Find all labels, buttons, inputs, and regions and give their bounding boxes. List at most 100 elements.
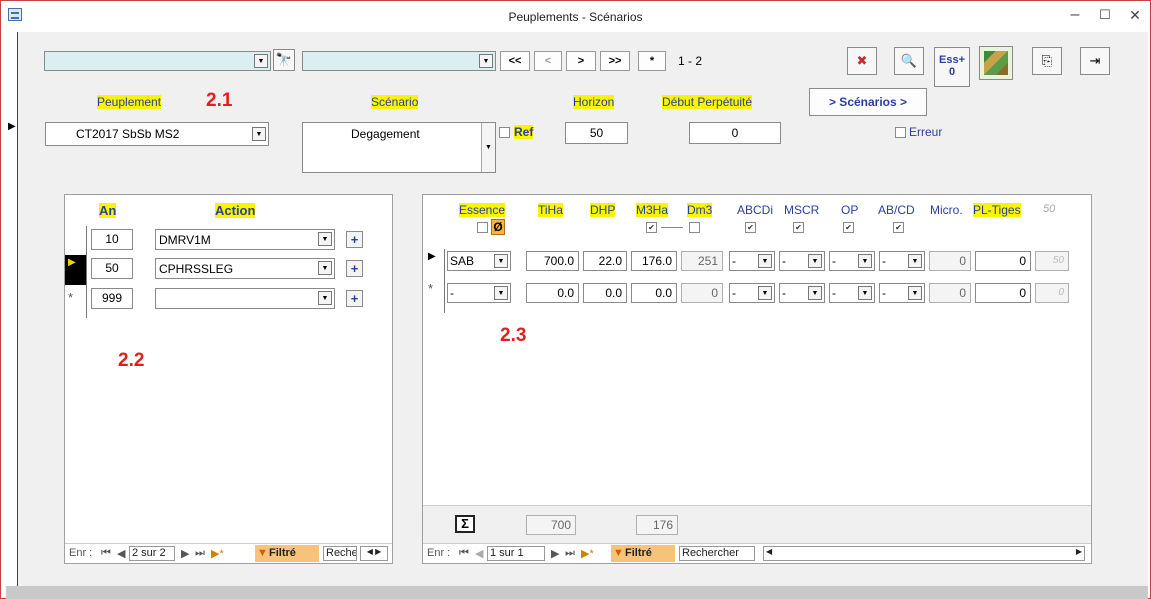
op-checkbox[interactable]: ✔ — [843, 222, 854, 233]
next-record-icon[interactable]: ▶ — [181, 547, 189, 560]
chevron-down-icon[interactable]: ▼ — [318, 291, 332, 305]
nav-new-button[interactable]: * — [638, 51, 666, 71]
chevron-down-icon[interactable]: ▼ — [252, 127, 266, 141]
year-input[interactable]: 999 — [91, 288, 133, 309]
abcd-combo[interactable]: - ▼ — [879, 283, 925, 303]
pl-tiges-input[interactable]: 0 — [975, 251, 1031, 271]
chevron-down-icon[interactable]: ▼ — [858, 286, 872, 300]
dm3-checkbox[interactable] — [689, 222, 700, 233]
chevron-down-icon[interactable]: ▼ — [481, 123, 495, 172]
nav-next-button[interactable]: > — [566, 51, 596, 71]
mscr-checkbox[interactable]: ✔ — [793, 222, 804, 233]
first-record-icon[interactable]: ⏮ — [459, 547, 469, 560]
last-record-icon[interactable]: ⏭ — [195, 547, 205, 560]
scenarios-button[interactable]: > Scénarios > — [809, 88, 927, 116]
tiha-input[interactable]: 700.0 — [526, 251, 579, 271]
ess-plus-button[interactable]: Ess+ 0 — [934, 47, 970, 87]
chevron-down-icon[interactable]: ▼ — [494, 286, 508, 300]
chevron-down-icon[interactable]: ▼ — [808, 286, 822, 300]
scenario-combo[interactable]: Degagement ▼ — [302, 122, 496, 173]
first-record-icon[interactable]: ⏮ — [101, 547, 111, 560]
m3ha-input[interactable]: 176.0 — [631, 251, 677, 271]
filter-combo-2[interactable]: ▼ — [302, 51, 496, 71]
chevron-down-icon[interactable]: ▼ — [494, 254, 508, 268]
add-action-button[interactable]: + — [346, 290, 363, 307]
search-box[interactable]: Rechercher — [679, 546, 755, 561]
chevron-down-icon[interactable]: ▼ — [318, 261, 332, 275]
chevron-down-icon[interactable]: ▼ — [758, 254, 772, 268]
horizontal-scrollbar[interactable]: ◀ ▶ — [763, 546, 1085, 561]
current-row-indicator[interactable]: ▶ — [65, 255, 86, 285]
horizontal-scroll-arrows[interactable]: ◀ ▶ — [360, 546, 388, 561]
sigma-totals-button[interactable]: Σ — [455, 515, 475, 533]
null-filter-button[interactable]: Ø — [491, 219, 505, 235]
record-position[interactable]: 2 sur 2 — [129, 546, 175, 561]
chevron-down-icon[interactable]: ▼ — [908, 286, 922, 300]
preview-button[interactable]: 🔍 — [894, 47, 924, 75]
record-position[interactable]: 1 sur 1 — [487, 546, 545, 561]
copy-button[interactable]: ⎘ — [1032, 47, 1062, 75]
year-input[interactable]: 10 — [91, 229, 133, 250]
chevron-down-icon[interactable]: ▼ — [479, 54, 493, 68]
dhp-input[interactable]: 22.0 — [583, 251, 627, 271]
filtered-toggle[interactable]: ▼ Filtré — [611, 545, 675, 562]
action-combo[interactable]: CPHRSSLEG ▼ — [155, 258, 335, 279]
record-selector-arrow[interactable]: ▶ — [8, 121, 16, 132]
close-button[interactable]: ✕ — [1125, 7, 1145, 23]
chevron-down-icon[interactable]: ▼ — [254, 54, 268, 68]
debut-perpetuite-input[interactable]: 0 — [689, 122, 781, 144]
new-record-icon[interactable]: ▶* — [581, 547, 594, 560]
nav-first-button[interactable]: << — [500, 51, 530, 71]
year-input[interactable]: 50 — [91, 258, 133, 279]
peuplement-combo[interactable]: CT2017 SbSb MS2 ▼ — [45, 122, 269, 146]
essence-checkbox[interactable] — [477, 222, 488, 233]
nav-last-button[interactable]: >> — [600, 51, 630, 71]
clear-filter-button[interactable]: ✖ — [847, 47, 877, 75]
add-action-button[interactable]: + — [346, 231, 363, 248]
abcdi-combo[interactable]: - ▼ — [729, 251, 775, 271]
nav-prev-button[interactable]: < — [534, 51, 562, 71]
mscr-combo[interactable]: - ▼ — [779, 283, 825, 303]
abcdi-checkbox[interactable]: ✔ — [745, 222, 756, 233]
essence-combo[interactable]: SAB ▼ — [447, 251, 511, 271]
scroll-left-icon[interactable]: ◀ — [766, 547, 772, 556]
pl-tiges-input[interactable]: 0 — [975, 283, 1031, 303]
mscr-combo[interactable]: - ▼ — [779, 251, 825, 271]
scroll-right-icon[interactable]: ▶ — [1076, 547, 1082, 556]
essence-combo[interactable]: - ▼ — [447, 283, 511, 303]
exit-button[interactable]: ⇥ — [1080, 47, 1110, 75]
op-combo[interactable]: - ▼ — [829, 251, 875, 271]
filter-combo-1[interactable]: ▼ — [44, 51, 271, 71]
maximize-button[interactable]: ☐ — [1095, 7, 1115, 23]
chevron-down-icon[interactable]: ▼ — [318, 232, 332, 246]
action-combo[interactable]: ▼ — [155, 288, 335, 309]
ref-checkbox[interactable] — [499, 127, 510, 138]
dhp-input[interactable]: 0.0 — [583, 283, 627, 303]
prev-record-icon[interactable]: ◀ — [475, 547, 483, 560]
m3ha-input[interactable]: 0.0 — [631, 283, 677, 303]
prev-record-icon[interactable]: ◀ — [117, 547, 125, 560]
abcd-combo[interactable]: - ▼ — [879, 251, 925, 271]
chevron-down-icon[interactable]: ▼ — [808, 254, 822, 268]
stand-map-button[interactable] — [979, 46, 1013, 80]
chevron-down-icon[interactable]: ▼ — [908, 254, 922, 268]
op-combo[interactable]: - ▼ — [829, 283, 875, 303]
chevron-down-icon[interactable]: ▼ — [858, 254, 872, 268]
search-box[interactable]: Reche — [323, 546, 357, 561]
last-record-icon[interactable]: ⏭ — [565, 547, 575, 560]
current-row-indicator[interactable]: ▶ — [428, 251, 436, 262]
abcd-checkbox[interactable]: ✔ — [893, 222, 904, 233]
binoculars-search-button[interactable]: 🔭 — [273, 49, 295, 71]
abcdi-combo[interactable]: - ▼ — [729, 283, 775, 303]
m3ha-checkbox[interactable]: ✔ — [646, 222, 657, 233]
new-record-icon[interactable]: ▶* — [211, 547, 224, 560]
next-record-icon[interactable]: ▶ — [551, 547, 559, 560]
chevron-down-icon[interactable]: ▼ — [758, 286, 772, 300]
action-combo[interactable]: DMRV1M ▼ — [155, 229, 335, 250]
horizon-input[interactable]: 50 — [565, 122, 628, 144]
add-action-button[interactable]: + — [346, 260, 363, 277]
minimize-button[interactable]: – — [1065, 7, 1085, 23]
tiha-input[interactable]: 0.0 — [526, 283, 579, 303]
erreur-checkbox[interactable] — [895, 127, 906, 138]
filtered-toggle[interactable]: ▼ Filtré — [255, 545, 319, 562]
